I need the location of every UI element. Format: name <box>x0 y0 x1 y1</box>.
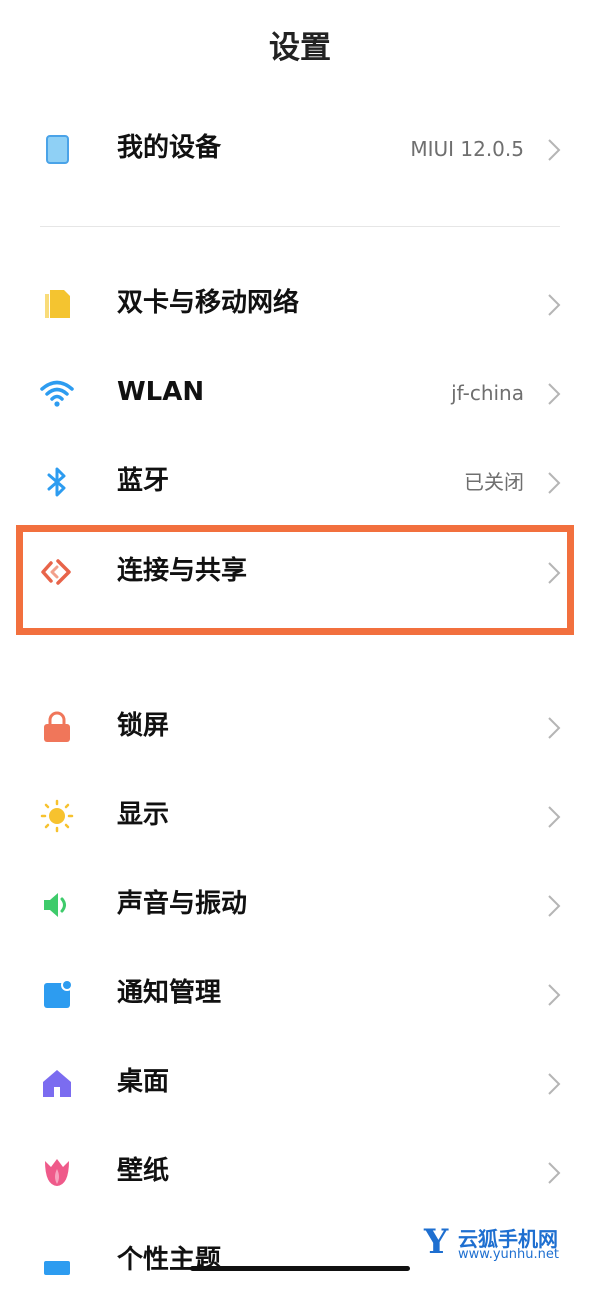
settings-item-label: 壁纸 <box>117 1156 170 1186</box>
settings-item-label: 桌面 <box>117 1067 170 1097</box>
settings-item-label: 锁屏 <box>117 711 170 741</box>
chevron-right-icon <box>545 381 563 407</box>
settings-item-wallpaper[interactable]: 壁纸 <box>0 1136 600 1206</box>
theme-icon <box>40 1244 74 1278</box>
settings-item-label: 双卡与移动网络 <box>117 288 300 318</box>
settings-item-label: 我的设备 <box>117 133 222 163</box>
settings-item-label: 通知管理 <box>117 978 222 1008</box>
settings-item-label: 个性主题 <box>117 1245 222 1275</box>
settings-item-my-device[interactable]: 我的设备 MIUI 12.0.5 <box>0 113 600 183</box>
settings-item-value: MIUI 12.0.5 <box>410 137 524 161</box>
home-indicator[interactable] <box>190 1266 410 1271</box>
chevron-right-icon <box>545 470 563 496</box>
speaker-icon <box>40 888 74 922</box>
settings-item-display[interactable]: 显示 <box>0 780 600 850</box>
chevron-right-icon <box>545 893 563 919</box>
tulip-icon <box>40 1155 74 1189</box>
settings-item-label: 声音与振动 <box>117 889 248 919</box>
settings-item-label: 显示 <box>117 800 170 830</box>
settings-item-home-screen[interactable]: 桌面 <box>0 1047 600 1117</box>
sun-icon <box>40 799 74 833</box>
settings-item-label: 蓝牙 <box>117 466 170 496</box>
watermark: Y 云狐手机网 www.yunhu.net <box>424 1222 596 1266</box>
wifi-icon <box>40 376 74 410</box>
home-icon <box>40 1066 74 1100</box>
watermark-logo: Y <box>424 1222 449 1262</box>
settings-item-label: WLAN <box>117 377 205 407</box>
settings-item-value: jf-china <box>451 381 524 405</box>
watermark-url: www.yunhu.net <box>458 1247 559 1262</box>
chevron-right-icon <box>545 1071 563 1097</box>
chevron-right-icon <box>545 292 563 318</box>
settings-item-dual-sim[interactable]: 双卡与移动网络 <box>0 268 600 338</box>
chevron-right-icon <box>545 804 563 830</box>
divider <box>40 226 560 227</box>
settings-item-bluetooth[interactable]: 蓝牙 已关闭 <box>0 446 600 516</box>
chevron-right-icon <box>545 982 563 1008</box>
settings-item-lock-screen[interactable]: 锁屏 <box>0 691 600 761</box>
notification-icon <box>40 977 74 1011</box>
chevron-right-icon <box>545 1160 563 1186</box>
tablet-icon <box>40 132 74 166</box>
chevron-right-icon <box>545 137 563 163</box>
highlight-box <box>16 525 574 635</box>
bluetooth-icon <box>40 465 74 499</box>
settings-item-wlan[interactable]: WLAN jf-china <box>0 357 600 427</box>
settings-item-notifications[interactable]: 通知管理 <box>0 958 600 1028</box>
chevron-right-icon <box>545 715 563 741</box>
settings-item-sound-vibration[interactable]: 声音与振动 <box>0 869 600 939</box>
page-title: 设置 <box>269 30 331 66</box>
sim-card-icon <box>40 287 74 321</box>
settings-item-value: 已关闭 <box>464 470 524 494</box>
lock-icon <box>40 710 74 744</box>
